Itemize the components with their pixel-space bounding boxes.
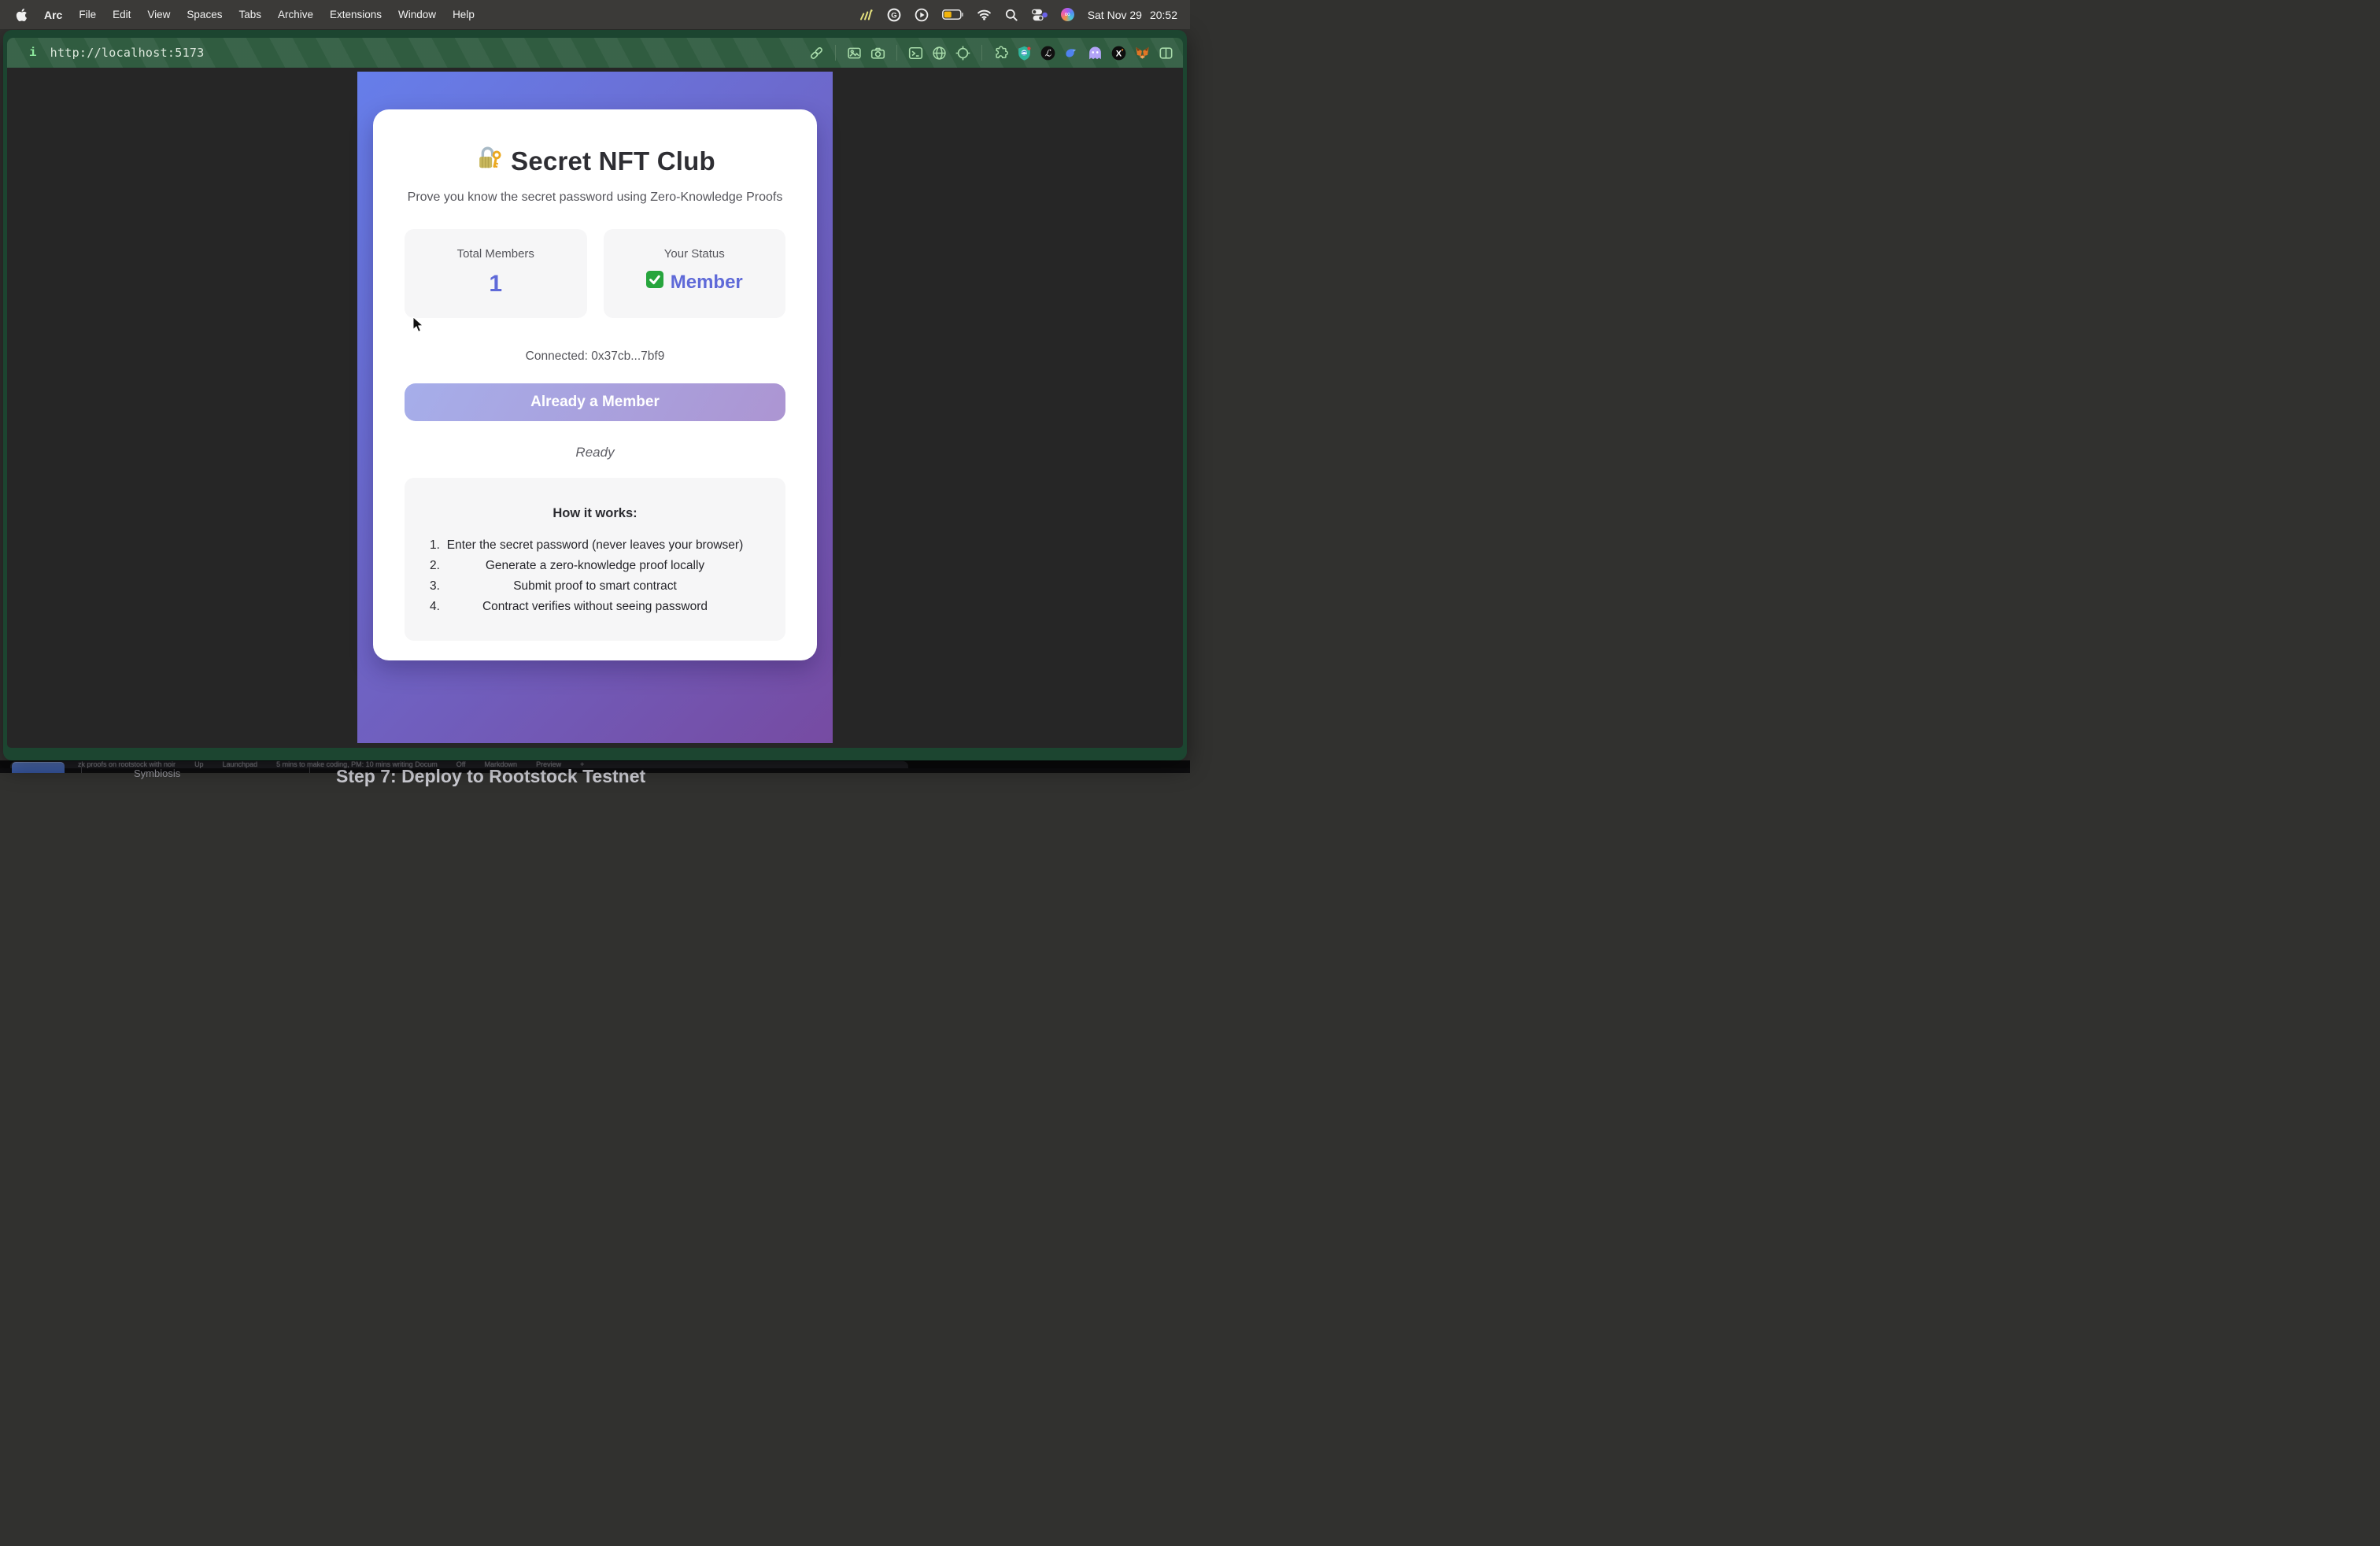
menu-item-view[interactable]: View <box>147 9 170 20</box>
list-item: 2. Generate a zero-knowledge proof locall… <box>425 556 765 576</box>
siri-icon[interactable]: ∞ <box>1061 8 1074 21</box>
menu-left: Arc File Edit View Spaces Tabs Archive E… <box>16 8 475 22</box>
menu-clock[interactable]: Sat Nov 29 20:52 <box>1088 9 1177 21</box>
step-number: 1. <box>430 535 440 556</box>
browser-window: i http://localhost:5173 <box>3 30 1187 760</box>
globe-icon[interactable] <box>932 46 947 61</box>
how-it-works-list: 1. Enter the secret password (never leave… <box>425 535 765 617</box>
menu-item-window[interactable]: Window <box>398 9 436 20</box>
already-a-member-button[interactable]: Already a Member <box>405 383 785 421</box>
url-input[interactable]: http://localhost:5173 <box>50 46 205 60</box>
toolbar-divider <box>981 45 982 61</box>
your-status-label: Your Status <box>608 247 782 261</box>
spotlight-search-icon[interactable] <box>1005 9 1018 21</box>
menu-item-arc[interactable]: Arc <box>44 9 62 21</box>
stocks-menu-icon[interactable] <box>859 9 874 21</box>
total-members-label: Total Members <box>409 247 582 261</box>
your-status-card: Your Status Member <box>604 229 786 318</box>
devtools-terminal-icon[interactable] <box>908 46 923 61</box>
your-status-value: Member <box>608 271 782 294</box>
play-circle-menu-icon[interactable] <box>915 8 929 22</box>
control-center-icon[interactable] <box>1031 9 1048 21</box>
page-title-text: Secret NFT Club <box>511 146 715 176</box>
background-tab-label: Symbiosis <box>134 767 180 779</box>
status-text: Ready <box>405 445 785 460</box>
x-extension-icon[interactable]: X <box>1111 46 1126 61</box>
toolbar-icons: ℒ X <box>809 45 1173 61</box>
menu-item-tabs[interactable]: Tabs <box>238 9 261 20</box>
adguard-shield-icon[interactable] <box>1017 46 1032 61</box>
phantom-ghost-icon[interactable] <box>1088 46 1103 61</box>
menu-item-spaces[interactable]: Spaces <box>187 9 222 20</box>
metamask-fox-icon[interactable] <box>1135 46 1150 61</box>
connected-address: Connected: 0x37cb...7bf9 <box>405 350 785 364</box>
menu-status-area: G ∞ Sat Nov 29 20:52 <box>859 8 1177 22</box>
script-l-extension-icon[interactable]: ℒ <box>1040 46 1055 61</box>
menu-date: Sat Nov 29 <box>1088 9 1142 21</box>
bg-status-text: Launchpad <box>223 761 258 768</box>
menu-bar: Arc File Edit View Spaces Tabs Archive E… <box>0 0 1190 29</box>
menu-item-edit[interactable]: Edit <box>113 9 131 20</box>
copy-link-icon[interactable] <box>809 46 824 61</box>
divider <box>81 767 82 773</box>
svg-text:ℒ: ℒ <box>1044 47 1051 58</box>
menu-item-extensions[interactable]: Extensions <box>330 9 382 20</box>
svg-text:G: G <box>891 11 896 20</box>
member-text: Member <box>671 272 743 294</box>
step-text: Contract verifies without seeing passwor… <box>482 600 708 613</box>
step-number: 4. <box>430 597 440 617</box>
split-view-icon[interactable] <box>1159 46 1173 61</box>
step-text: Enter the secret password (never leaves … <box>447 538 743 552</box>
menu-item-archive[interactable]: Archive <box>278 9 313 20</box>
list-item: 3. Submit proof to smart contract <box>425 576 765 597</box>
page-gradient-background: Secret NFT Club Prove you know the secre… <box>357 72 833 743</box>
apple-logo-icon[interactable] <box>16 8 28 22</box>
toolbar-divider <box>896 45 897 61</box>
menu-time: 20:52 <box>1150 9 1177 21</box>
background-window-blue-tab[interactable] <box>12 762 65 773</box>
how-it-works-box: How it works: 1. Enter the secret passwor… <box>405 478 785 641</box>
bg-status-text: Up <box>194 761 204 768</box>
background-doc-heading: Step 7: Deploy to Rootstock Testnet <box>336 766 645 787</box>
site-info-icon[interactable]: i <box>29 46 37 60</box>
secret-nft-club-card: Secret NFT Club Prove you know the secre… <box>373 109 817 660</box>
list-item: 1. Enter the secret password (never leave… <box>425 535 765 556</box>
image-capture-icon[interactable] <box>847 46 862 61</box>
step-text: Submit proof to smart contract <box>513 579 677 593</box>
step-number: 3. <box>430 576 440 597</box>
page-subtitle: Prove you know the secret password using… <box>405 190 785 205</box>
lock-with-key-icon <box>475 145 501 178</box>
stats-row: Total Members 1 Your Status Member <box>405 229 785 318</box>
list-item: 4. Contract verifies without seeing passw… <box>425 597 765 617</box>
extensions-puzzle-icon[interactable] <box>993 46 1008 61</box>
toolbar-divider <box>835 45 836 61</box>
menu-item-help[interactable]: Help <box>453 9 475 20</box>
menu-item-file[interactable]: File <box>79 9 96 20</box>
mouse-cursor <box>412 316 424 337</box>
step-text: Generate a zero-knowledge proof locally <box>486 559 704 572</box>
divider <box>309 767 310 773</box>
step-number: 2. <box>430 556 440 576</box>
page-title: Secret NFT Club <box>405 145 785 178</box>
battery-icon[interactable] <box>942 9 963 20</box>
target-picker-icon[interactable] <box>955 46 970 61</box>
total-members-value: 1 <box>409 271 582 298</box>
svg-text:X: X <box>1116 49 1122 58</box>
wifi-icon[interactable] <box>977 9 992 20</box>
browser-viewport: Secret NFT Club Prove you know the secre… <box>7 68 1183 748</box>
total-members-card: Total Members 1 <box>405 229 587 318</box>
url-bar: i http://localhost:5173 <box>7 38 1183 68</box>
camera-screenshot-icon[interactable] <box>870 46 885 61</box>
check-mark-icon <box>646 271 663 294</box>
grammarly-menu-icon[interactable]: G <box>887 8 901 22</box>
background-window-strip: zk proofs on rootstock with noir Up Laun… <box>0 760 1190 773</box>
how-it-works-heading: How it works: <box>425 506 765 521</box>
bluesky-bird-icon[interactable] <box>1064 46 1079 61</box>
